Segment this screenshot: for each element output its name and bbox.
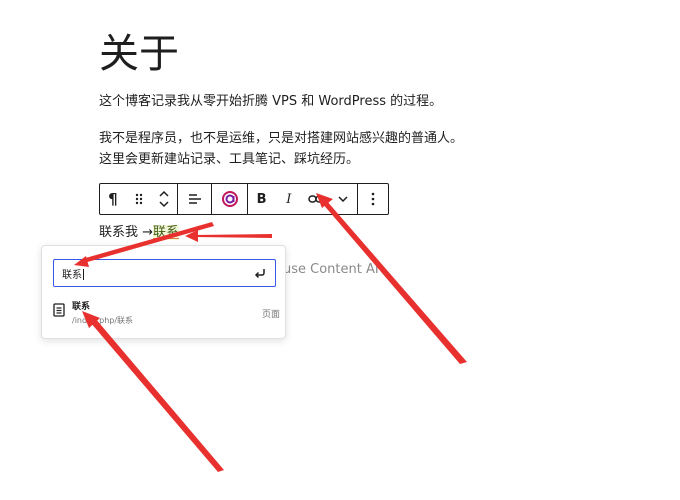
- page-title[interactable]: 关于: [99, 30, 179, 78]
- enter-icon[interactable]: [253, 266, 267, 280]
- contact-paragraph[interactable]: 联系我 →联系: [99, 224, 180, 242]
- suggestion-title: 联系: [72, 302, 91, 312]
- page-icon: [53, 303, 65, 317]
- italic-label: I: [286, 191, 292, 207]
- chevron-down-icon: [338, 196, 348, 202]
- toolbar-group-ai: [212, 184, 248, 214]
- link-search-value: 联系: [62, 269, 82, 281]
- paragraph-icon: ¶: [108, 190, 118, 208]
- link-popover: 联系 联系 /index.php/联系 页面: [41, 245, 286, 339]
- toolbar-group-options: [358, 184, 388, 214]
- link-button[interactable]: [303, 184, 330, 214]
- text-caret: [83, 269, 84, 280]
- content-ai-button[interactable]: [221, 184, 239, 214]
- block-toolbar: ¶ B I: [99, 183, 389, 215]
- toolbar-group-block: ¶: [100, 184, 178, 214]
- more-formats-button[interactable]: [330, 184, 357, 214]
- arrow-to-contact-link: [185, 230, 272, 242]
- move-up-down-button[interactable]: [151, 184, 177, 214]
- contact-prefix: 联系我 →: [99, 225, 154, 240]
- arrow-to-link-button: [316, 193, 467, 364]
- bold-button[interactable]: B: [248, 184, 275, 214]
- link-search-input[interactable]: 联系: [53, 259, 276, 287]
- contact-link[interactable]: 联系: [153, 225, 180, 240]
- paragraph-line-1: 我不是程序员，也不是运维，只是对搭建网站感兴趣的普通人。: [99, 131, 464, 146]
- paragraph-line-2: 这里会更新建站记录、工具笔记、踩坑经历。: [99, 152, 360, 167]
- drag-handle-icon: [135, 193, 142, 205]
- paragraph-description[interactable]: 我不是程序员，也不是运维，只是对搭建网站感兴趣的普通人。 这里会更新建站记录、工…: [99, 128, 463, 170]
- paragraph-block-button[interactable]: ¶: [100, 184, 126, 214]
- drag-handle[interactable]: [126, 184, 152, 214]
- toolbar-group-format: B I: [248, 184, 358, 214]
- align-text-button[interactable]: [188, 184, 202, 214]
- chevron-up-down-icon: [159, 190, 169, 208]
- suggestion-url: /index.php/联系: [72, 316, 134, 325]
- align-left-icon: [188, 194, 201, 204]
- italic-button[interactable]: I: [275, 184, 302, 214]
- more-vertical-icon: [371, 192, 375, 206]
- content-ai-icon: [221, 191, 238, 207]
- paragraph-intro[interactable]: 这个博客记录我从零开始折腾 VPS 和 WordPress 的过程。: [99, 91, 442, 112]
- options-button[interactable]: [371, 184, 375, 214]
- bold-label: B: [256, 191, 267, 207]
- link-suggestion-item[interactable]: 联系 /index.php/联系 页面: [51, 297, 280, 329]
- link-icon: [308, 195, 324, 203]
- suggestion-type: 页面: [261, 310, 280, 320]
- content-ai-placeholder: use Content AI: [283, 262, 379, 277]
- toolbar-group-align: [178, 184, 212, 214]
